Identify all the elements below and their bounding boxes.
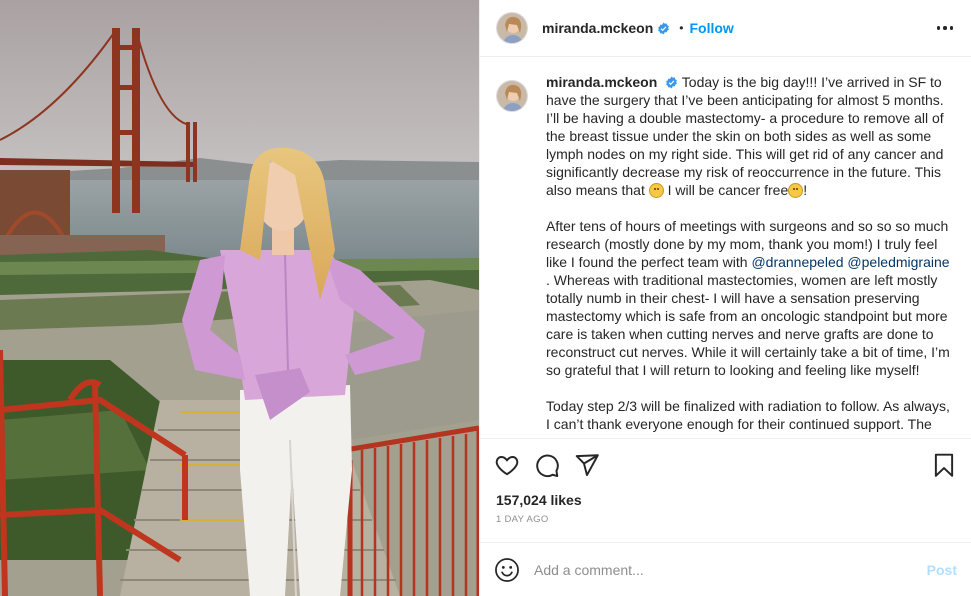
caption-text: ! bbox=[803, 182, 808, 198]
profile-picture bbox=[497, 13, 527, 43]
smiling-face-with-hearts-icon bbox=[648, 183, 664, 198]
post-comment-button[interactable]: Post bbox=[927, 562, 957, 578]
share-icon[interactable] bbox=[574, 452, 600, 478]
post-details-panel: miranda.mckeon • Follow miranda.mckeon T… bbox=[479, 0, 971, 596]
avatar[interactable] bbox=[496, 80, 528, 112]
mention-link[interactable]: @drannepeled bbox=[751, 254, 843, 270]
post-photo[interactable] bbox=[0, 0, 479, 596]
smiley-icon[interactable] bbox=[494, 557, 520, 583]
action-bar bbox=[480, 438, 971, 490]
separator-dot: • bbox=[679, 21, 684, 35]
post-caption: miranda.mckeon Today is the big day!!! I… bbox=[546, 73, 955, 438]
instagram-post: miranda.mckeon • Follow miranda.mckeon T… bbox=[0, 0, 971, 596]
caption-text: Today is the big day!!! I’ve arrived in … bbox=[546, 74, 944, 198]
mention-link[interactable]: @peledmigraine bbox=[847, 254, 949, 270]
bookmark-icon[interactable] bbox=[931, 452, 957, 478]
likes-count[interactable]: 157,024 likes bbox=[480, 490, 971, 510]
comment-input[interactable] bbox=[534, 561, 919, 578]
comments-section[interactable]: miranda.mckeon Today is the big day!!! I… bbox=[480, 57, 971, 438]
username-link[interactable]: miranda.mckeon bbox=[542, 20, 653, 36]
post-image bbox=[0, 0, 479, 596]
verified-badge-icon bbox=[666, 76, 678, 89]
post-header: miranda.mckeon • Follow bbox=[480, 0, 971, 57]
verified-badge-icon bbox=[658, 22, 670, 34]
add-comment-bar: Post bbox=[480, 542, 971, 596]
caption-username-link[interactable]: miranda.mckeon bbox=[546, 74, 657, 90]
avatar[interactable] bbox=[496, 12, 528, 44]
profile-picture bbox=[497, 81, 527, 111]
smiling-face-with-hearts-icon bbox=[788, 183, 804, 198]
post-timestamp[interactable]: 1 DAY AGO bbox=[480, 510, 971, 542]
follow-button[interactable]: Follow bbox=[689, 20, 733, 36]
caption-text: . Whereas with traditional mastectomies,… bbox=[546, 272, 950, 378]
caption-text: Today step 2/3 will be finalized with ra… bbox=[546, 398, 950, 432]
more-options-icon[interactable] bbox=[935, 20, 956, 36]
caption-text: I will be cancer free bbox=[667, 182, 789, 198]
comment-icon[interactable] bbox=[534, 452, 560, 478]
heart-icon[interactable] bbox=[494, 452, 520, 478]
